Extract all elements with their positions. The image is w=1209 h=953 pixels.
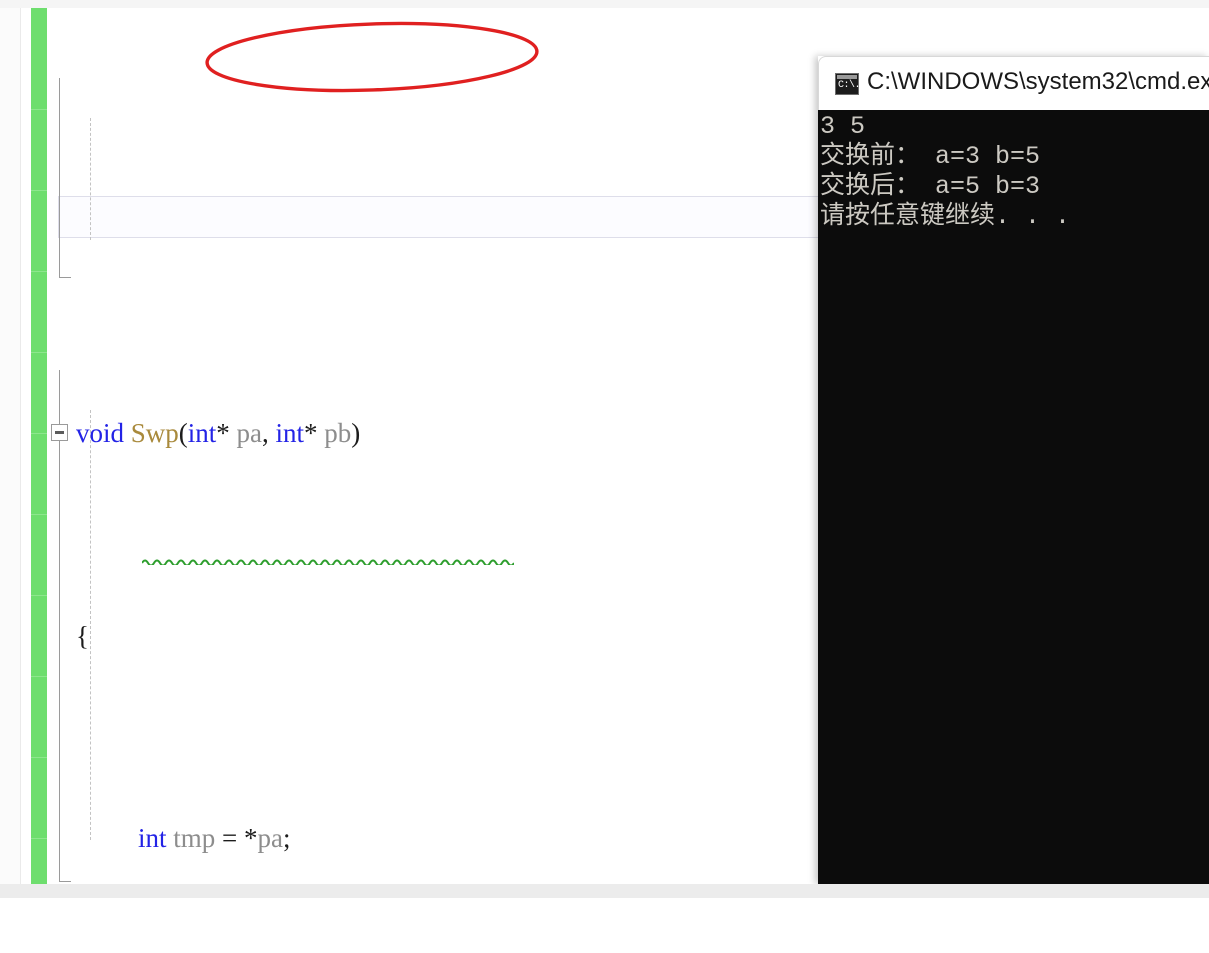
console-title-text: C:\WINDOWS\system32\cmd.exe — [867, 68, 1209, 95]
cmd-exe-icon: C:\. — [835, 73, 861, 95]
token-keyword-int: int — [187, 418, 217, 448]
fold-guide-swp — [59, 78, 71, 278]
console-output-area[interactable]: 3 5 交换前： a=3 b=5 交换后： a=5 b=3 请按任意键继续. .… — [818, 110, 1209, 952]
console-title-bar[interactable]: C:\. C:\WINDOWS\system32\cmd.exe — [818, 56, 1209, 110]
token-keyword-int: int — [138, 823, 167, 853]
cmd-icon-glyph: C:\. — [838, 80, 861, 91]
token-star: * — [216, 418, 230, 448]
token-brace-open: { — [76, 620, 89, 651]
console-output-text: 3 5 交换前： a=3 b=5 交换后： a=5 b=3 请按任意键继续. .… — [820, 112, 1071, 231]
token-var-pa: pa — [257, 823, 283, 853]
change-tracking-bar — [31, 8, 47, 884]
warning-squiggle-underline — [142, 559, 514, 565]
token-star: * — [244, 823, 258, 853]
editor-status-bar — [0, 884, 1209, 898]
token-paren: ( — [178, 418, 188, 448]
token-keyword-void: void — [76, 418, 125, 448]
editor-left-margin — [0, 8, 21, 884]
token-param-pb: pb — [324, 418, 352, 448]
csdn-watermark: CSDN @学写代码的恐龙 — [983, 925, 1209, 952]
editor-top-strip — [0, 0, 1209, 8]
token-comma: , — [262, 418, 269, 448]
token-function-swp: Swp — [130, 418, 179, 448]
token-star: * — [304, 418, 318, 448]
indent-guide-swp — [90, 118, 91, 240]
token-keyword-int: int — [275, 418, 305, 448]
token-param-pa: pa — [236, 418, 263, 448]
token-var-tmp: tmp — [173, 823, 216, 853]
token-assign: = — [222, 823, 238, 853]
cmd-console-window[interactable]: C:\. C:\WINDOWS\system32\cmd.exe 3 5 交换前… — [818, 56, 1209, 952]
token-paren: ) — [351, 418, 361, 448]
token-semicolon: ; — [283, 823, 291, 853]
